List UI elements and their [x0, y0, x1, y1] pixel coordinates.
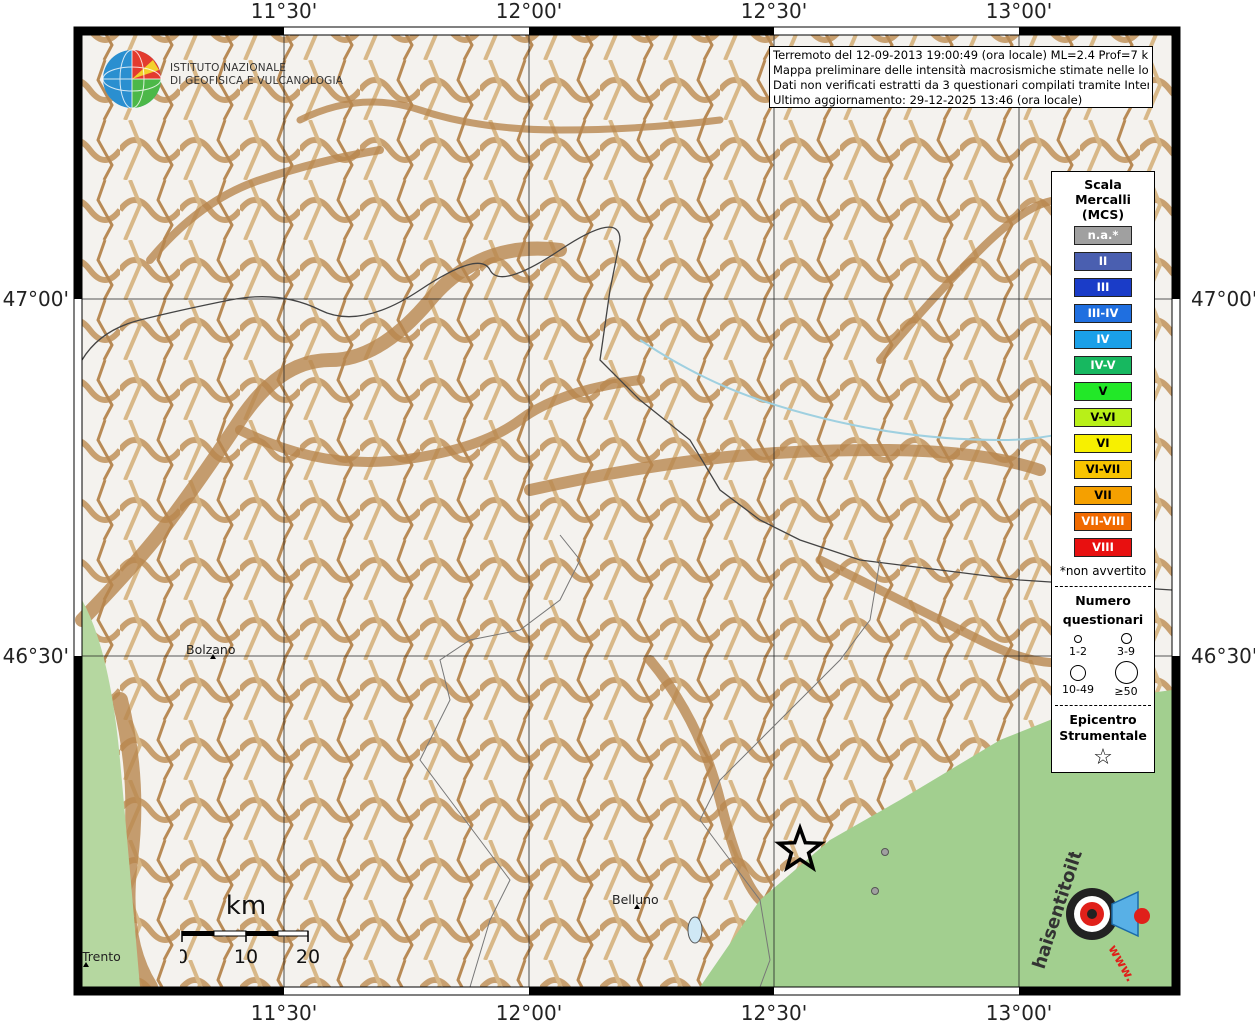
- badge-www: www.: [1105, 943, 1138, 983]
- intensity-swatch: II: [1074, 252, 1132, 271]
- epicenter-title-line: Strumentale: [1059, 728, 1147, 743]
- top-tick-label: 11°30': [251, 0, 317, 23]
- intensity-swatch: VII: [1074, 486, 1132, 505]
- intensity-swatch: V-VI: [1074, 408, 1132, 427]
- bottom-tick-label: 12°00': [496, 1001, 562, 1024]
- epicenter-title: Epicentro Strumentale: [1052, 712, 1154, 744]
- legend-title-line: (MCS): [1081, 207, 1125, 222]
- size-label: 1-2: [1069, 645, 1087, 658]
- intensity-swatch: VI-VII: [1074, 460, 1132, 479]
- place-label-bolzano: Bolzano: [186, 642, 236, 657]
- haisentito-badge[interactable]: haisentitoilterremoto.it www.: [1030, 852, 1160, 982]
- event-info-line: Terremoto del 12-09-2013 19:00:49 (ora l…: [773, 48, 1149, 62]
- event-info-line: Dati non verificati estratti da 3 questi…: [773, 78, 1149, 92]
- size-circle-medium-icon: [1121, 633, 1132, 644]
- legend-title-line: Mercalli: [1075, 192, 1131, 207]
- ingv-name-line1: ISTITUTO NAZIONALE: [170, 62, 287, 74]
- size-circle-xlarge-icon: [1115, 661, 1138, 684]
- right-tick-label: 47°00': [1191, 287, 1255, 311]
- size-circle-large-icon: [1070, 665, 1086, 681]
- scale-label: 10: [234, 946, 258, 968]
- event-info-line: Ultimo aggiornamento: 29-12-2025 13:46 (…: [773, 93, 1083, 107]
- size-label: 10-49: [1062, 683, 1094, 696]
- intensity-swatch: IV-V: [1074, 356, 1132, 375]
- questionnaire-point: [871, 887, 879, 895]
- ingv-name-line2: DI GEOFISICA E VULCANOLOGIA: [170, 75, 344, 87]
- count-title-line: Numero: [1075, 593, 1131, 608]
- legend-title-line: Scala: [1084, 177, 1122, 192]
- epicenter-title-line: Epicentro: [1069, 712, 1137, 727]
- questionnaire-count-title: Numero questionari: [1052, 591, 1154, 629]
- legend-separator: [1055, 586, 1151, 587]
- intensity-swatch: IV: [1074, 330, 1132, 349]
- legend-title: Scala Mercalli (MCS): [1052, 177, 1154, 222]
- ingv-logo-icon: [102, 49, 162, 109]
- intensity-swatch: VIII: [1074, 538, 1132, 557]
- legend-separator: [1055, 705, 1151, 706]
- top-tick-label: 13°00': [986, 0, 1052, 23]
- intensity-swatch: VII-VIII: [1074, 512, 1132, 531]
- legend-note: *non avvertito: [1059, 564, 1147, 578]
- scale-label: 20: [296, 946, 320, 968]
- questionnaire-size-key: 1-2 3-9 10-49 ≥50: [1052, 629, 1154, 698]
- mcs-legend: Scala Mercalli (MCS) n.a.* II III III-IV IV I…: [1051, 171, 1155, 773]
- left-tick-label: 46°30': [3, 644, 69, 668]
- intensity-swatch: III-IV: [1074, 304, 1132, 323]
- count-title-line: questionari: [1062, 612, 1144, 627]
- questionnaire-point: [881, 848, 889, 856]
- intensity-swatches: n.a.* II III III-IV IV IV-V V V-VI VI VI-VII VII VI…: [1052, 226, 1154, 557]
- top-tick-label: 12°00': [496, 0, 562, 23]
- intensity-swatch: VI: [1074, 434, 1132, 453]
- epicenter-legend-star-icon: ☆: [1093, 745, 1113, 770]
- event-info-box: Terremoto del 12-09-2013 19:00:49 (ora l…: [769, 46, 1153, 108]
- intensity-swatch: V: [1074, 382, 1132, 401]
- top-tick-label: 12°30': [741, 0, 807, 23]
- bottom-tick-label: 13°00': [986, 1001, 1052, 1024]
- intensity-swatch: III: [1074, 278, 1132, 297]
- ingv-name: ISTITUTO NAZIONALE DI GEOFISICA E VULCAN…: [170, 62, 343, 88]
- lake: [687, 916, 703, 944]
- intensity-swatch: n.a.*: [1074, 226, 1132, 245]
- scale-label: 0: [180, 946, 188, 968]
- event-info-line: Mappa preliminare delle intensità macros…: [773, 63, 1149, 77]
- scale-bar: km 0 10 20: [180, 891, 320, 968]
- place-label-belluno: Belluno: [612, 892, 659, 907]
- left-tick-label: 47°00': [3, 287, 69, 311]
- bottom-tick-label: 12°30': [741, 1001, 807, 1024]
- place-label-trento: Trento: [82, 949, 121, 964]
- size-label: ≥50: [1114, 685, 1138, 698]
- size-circle-small-icon: [1074, 635, 1082, 643]
- size-label: 3-9: [1117, 645, 1135, 658]
- scale-unit: km: [226, 891, 266, 921]
- bottom-tick-label: 11°30': [251, 1001, 317, 1024]
- right-tick-label: 46°30': [1191, 644, 1255, 668]
